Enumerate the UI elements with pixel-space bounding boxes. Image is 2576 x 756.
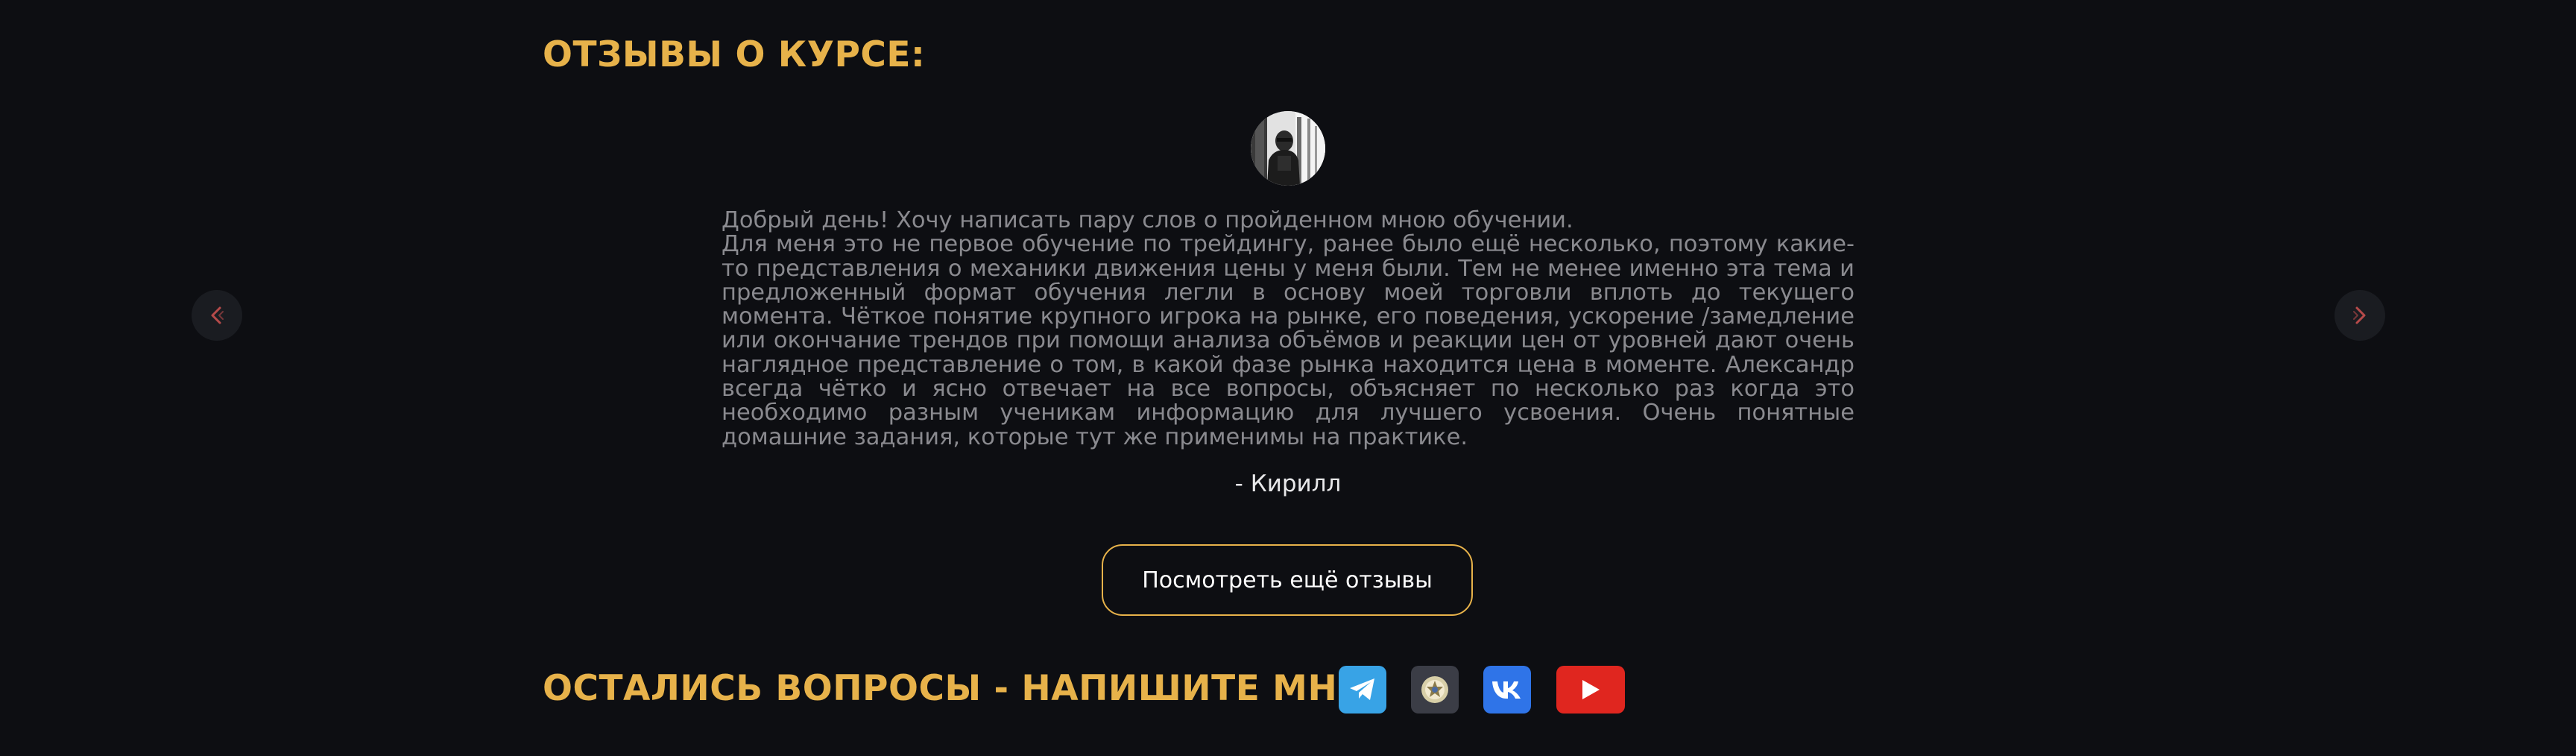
chevron-right-icon <box>2353 306 2366 324</box>
youtube-icon <box>1582 680 1600 699</box>
telegram-icon <box>1350 678 1374 700</box>
page: ОТЗЫВЫ О КУРСЕ: Добрый день! Хочу написа… <box>0 0 2576 756</box>
review-author: - Кирилл <box>1234 470 1342 497</box>
review-text: Добрый день! Хочу написать пару слов о п… <box>722 207 1854 450</box>
review-line: Для меня это не первое обучение по трейд… <box>722 231 1854 450</box>
reviewer-photo <box>1251 111 1325 186</box>
contact-section-title: ОСТАЛИСЬ ВОПРОСЫ - НАПИШИТЕ МНЕ: <box>543 668 1377 709</box>
reviews-section-title: ОТЗЫВЫ О КУРСЕ: <box>543 34 926 75</box>
emblem-link[interactable] <box>1411 666 1459 714</box>
youtube-link[interactable] <box>1556 666 1625 714</box>
telegram-link[interactable] <box>1339 666 1386 714</box>
more-reviews-button[interactable]: Посмотреть ещё отзывы <box>1102 544 1473 616</box>
previous-review-button[interactable] <box>192 290 242 341</box>
chevron-left-icon <box>211 306 224 324</box>
vk-icon <box>1492 681 1521 699</box>
reviewer-avatar <box>1251 111 1325 186</box>
review-line: Добрый день! Хочу написать пару слов о п… <box>722 207 1573 233</box>
next-review-button[interactable] <box>2334 290 2385 341</box>
emblem-icon <box>1421 676 1448 703</box>
vk-link[interactable] <box>1483 666 1531 714</box>
